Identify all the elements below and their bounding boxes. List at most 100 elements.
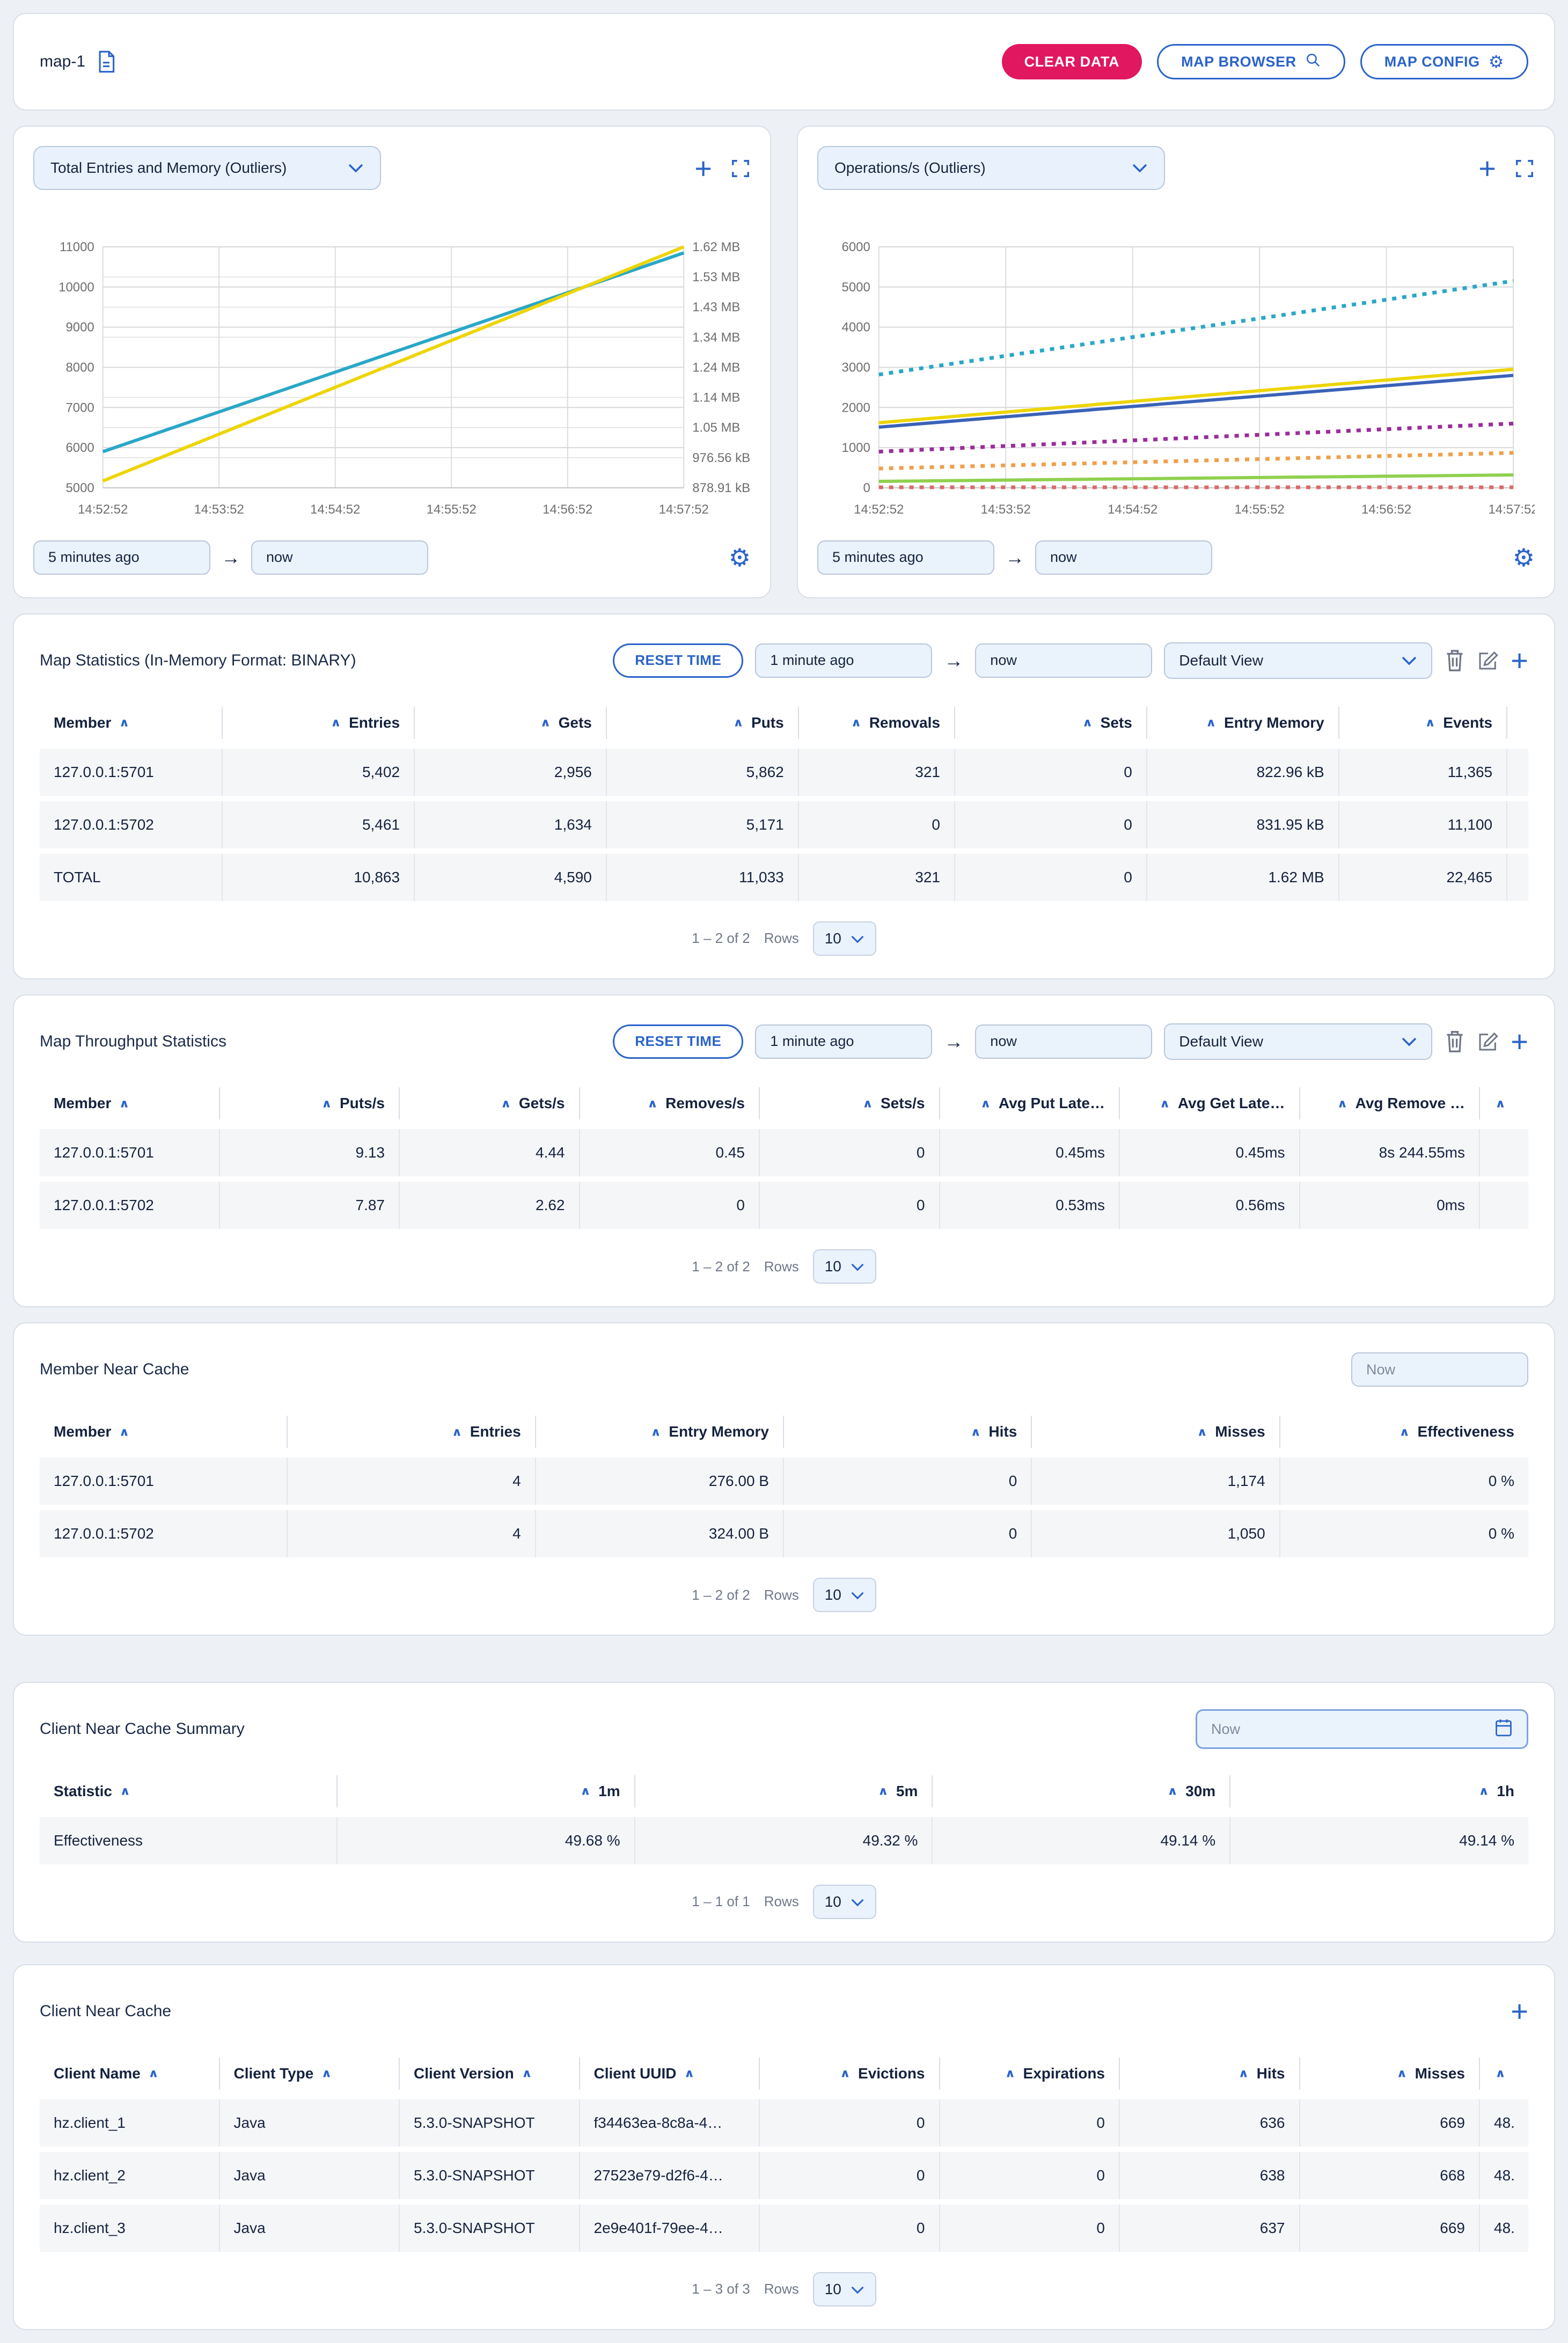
add-chart-icon[interactable]: + bbox=[694, 153, 712, 184]
fullscreen-icon[interactable] bbox=[730, 158, 751, 179]
column-header-client-type[interactable]: Client Type ∧ bbox=[220, 2058, 400, 2090]
chevron-down-icon bbox=[851, 2281, 864, 2298]
add-view-icon[interactable]: + bbox=[1511, 1027, 1528, 1057]
column-header-removes-s[interactable]: ∧Removes/s bbox=[580, 1087, 760, 1119]
column-header-events[interactable]: ∧Events bbox=[1339, 707, 1507, 739]
time-to-input[interactable]: now bbox=[251, 540, 428, 575]
rows-per-page-value: 10 bbox=[825, 1893, 841, 1910]
column-header-client-uuid[interactable]: Client UUID∧ bbox=[580, 2058, 760, 2090]
column-header-avg-put-late-[interactable]: ∧Avg Put Late… bbox=[940, 1087, 1120, 1119]
column-header-member[interactable]: Member∧ bbox=[40, 1416, 288, 1448]
time-to-input[interactable]: now bbox=[975, 1024, 1152, 1059]
time-from-input[interactable]: 1 minute ago bbox=[755, 643, 932, 678]
column-header-member[interactable]: Member ∧ bbox=[40, 1087, 220, 1119]
delete-view-icon[interactable] bbox=[1444, 1030, 1466, 1053]
table-cell: 127.0.0.1:5702 bbox=[40, 1510, 288, 1557]
table-cell: 49.14 % bbox=[1230, 1817, 1528, 1864]
add-view-icon[interactable]: + bbox=[1511, 1996, 1528, 2026]
column-header-member[interactable]: Member∧ bbox=[40, 707, 223, 739]
document-icon[interactable] bbox=[97, 50, 115, 73]
column-header-gets-s[interactable]: ∧Gets/s bbox=[400, 1087, 580, 1119]
column-header-1h[interactable]: ∧1h bbox=[1230, 1775, 1528, 1807]
chart-metric-select[interactable]: Total Entries and Memory (Outliers) bbox=[33, 146, 381, 190]
delete-view-icon[interactable] bbox=[1444, 649, 1466, 672]
page-header: map-1 CLEAR DATA MAP BROWSER MAP CONFIG … bbox=[13, 13, 1555, 111]
column-header-sets-s[interactable]: ∧Sets/s bbox=[760, 1087, 940, 1119]
edit-view-icon[interactable] bbox=[1477, 1030, 1499, 1053]
table-cell bbox=[1507, 749, 1535, 796]
sort-caret-icon: ∧ bbox=[119, 1097, 129, 1110]
column-header-sets[interactable]: ∧Sets bbox=[955, 707, 1147, 739]
svg-text:11000: 11000 bbox=[60, 241, 94, 254]
table-cell: 324.00 B bbox=[536, 1510, 784, 1557]
svg-text:4000: 4000 bbox=[842, 320, 870, 335]
sort-caret-icon: ∧ bbox=[321, 2067, 332, 2080]
rows-per-page-select[interactable]: 10 bbox=[813, 1578, 876, 1612]
table-cell: 0.45ms bbox=[940, 1129, 1120, 1176]
rows-per-page-select[interactable]: 10 bbox=[813, 1249, 876, 1284]
add-view-icon[interactable]: + bbox=[1511, 646, 1528, 676]
svg-text:14:54:52: 14:54:52 bbox=[1108, 502, 1157, 517]
time-to-input[interactable]: now bbox=[1035, 540, 1212, 575]
column-header-entries[interactable]: ∧Entries bbox=[288, 1416, 536, 1448]
add-chart-icon[interactable]: + bbox=[1478, 153, 1496, 184]
series-entry-memory-kb bbox=[103, 247, 684, 481]
column-header-entry-memory[interactable]: ∧Entry Memory bbox=[536, 1416, 784, 1448]
chart-metric-value: Total Entries and Memory (Outliers) bbox=[50, 159, 287, 177]
rows-per-page-select[interactable]: 10 bbox=[813, 2272, 876, 2307]
column-header-avg-remove-[interactable]: ∧Avg Remove … bbox=[1300, 1087, 1481, 1119]
column-header-avg-get-late-[interactable]: ∧Avg Get Late… bbox=[1120, 1087, 1300, 1119]
time-from-input[interactable]: 1 minute ago bbox=[755, 1024, 932, 1059]
rows-per-page-select[interactable]: 10 bbox=[813, 1885, 876, 1919]
column-header-label: Member bbox=[54, 1095, 111, 1112]
fullscreen-icon[interactable] bbox=[1514, 158, 1535, 179]
table-cell: 4,590 bbox=[415, 854, 607, 901]
column-header-removals[interactable]: ∧Removals bbox=[799, 707, 955, 739]
reset-time-button[interactable]: RESET TIME bbox=[613, 643, 743, 678]
column-header-statistic[interactable]: Statistic∧ bbox=[40, 1775, 338, 1807]
column-header-label: Removes/s bbox=[665, 1095, 745, 1112]
clear-data-button[interactable]: CLEAR DATA bbox=[1002, 44, 1142, 79]
reset-time-button[interactable]: RESET TIME bbox=[613, 1024, 743, 1059]
column-header-30m[interactable]: ∧30m bbox=[933, 1775, 1230, 1807]
column-header-puts[interactable]: ∧Puts bbox=[607, 707, 799, 739]
column-header-hits[interactable]: ∧Hits bbox=[1120, 2058, 1300, 2090]
rows-per-page-select[interactable]: 10 bbox=[813, 921, 876, 956]
column-header-misses[interactable]: ∧Misses bbox=[1300, 2058, 1481, 2090]
table-cell: 0 bbox=[784, 1510, 1032, 1557]
chart-settings-gear-icon[interactable]: ⚙ bbox=[1513, 545, 1535, 570]
column-header-label: Avg Get Late… bbox=[1178, 1095, 1285, 1112]
column-header-hits[interactable]: ∧Hits bbox=[784, 1416, 1032, 1448]
now-input[interactable]: Now bbox=[1351, 1352, 1528, 1387]
chevron-down-icon bbox=[348, 159, 364, 177]
pagination-range: 1 – 1 of 1 bbox=[692, 1893, 750, 1910]
svg-text:14:57:52: 14:57:52 bbox=[659, 502, 709, 517]
map-config-button[interactable]: MAP CONFIG ⚙ bbox=[1360, 44, 1528, 79]
column-header-1m[interactable]: ∧1m bbox=[338, 1775, 635, 1807]
section-title: Client Near Cache Summary bbox=[40, 1720, 245, 1738]
column-header-label: Client Type bbox=[234, 2065, 314, 2082]
time-to-input[interactable]: now bbox=[975, 643, 1152, 678]
view-select[interactable]: Default View bbox=[1164, 642, 1432, 679]
column-header-entry-memory[interactable]: ∧Entry Memory bbox=[1147, 707, 1339, 739]
column-header-expirations[interactable]: ∧Expirations bbox=[940, 2058, 1120, 2090]
column-header-effectiveness[interactable]: ∧Effectiveness bbox=[1280, 1416, 1528, 1448]
table-cell: 0 bbox=[799, 801, 955, 848]
map-browser-button[interactable]: MAP BROWSER bbox=[1157, 44, 1345, 79]
column-header-gets[interactable]: ∧Gets bbox=[415, 707, 607, 739]
column-header-evictions[interactable]: ∧Evictions bbox=[760, 2058, 940, 2090]
time-from-input[interactable]: 5 minutes ago bbox=[817, 540, 994, 575]
time-from-input[interactable]: 5 minutes ago bbox=[33, 540, 210, 575]
column-header-puts-s[interactable]: ∧Puts/s bbox=[220, 1087, 400, 1119]
svg-text:7000: 7000 bbox=[65, 400, 94, 415]
chart-settings-gear-icon[interactable]: ⚙ bbox=[729, 545, 751, 570]
chart-metric-select[interactable]: Operations/s (Outliers) bbox=[817, 146, 1165, 190]
column-header-client-version[interactable]: Client Version∧ bbox=[400, 2058, 580, 2090]
edit-view-icon[interactable] bbox=[1477, 649, 1499, 672]
column-header-client-name[interactable]: Client Name∧ bbox=[40, 2058, 220, 2090]
column-header-misses[interactable]: ∧Misses bbox=[1032, 1416, 1280, 1448]
view-select[interactable]: Default View bbox=[1164, 1023, 1432, 1060]
column-header-5m[interactable]: ∧5m bbox=[635, 1775, 933, 1807]
column-header-entries[interactable]: ∧Entries bbox=[223, 707, 415, 739]
now-datetime-input[interactable]: Now bbox=[1196, 1709, 1528, 1749]
